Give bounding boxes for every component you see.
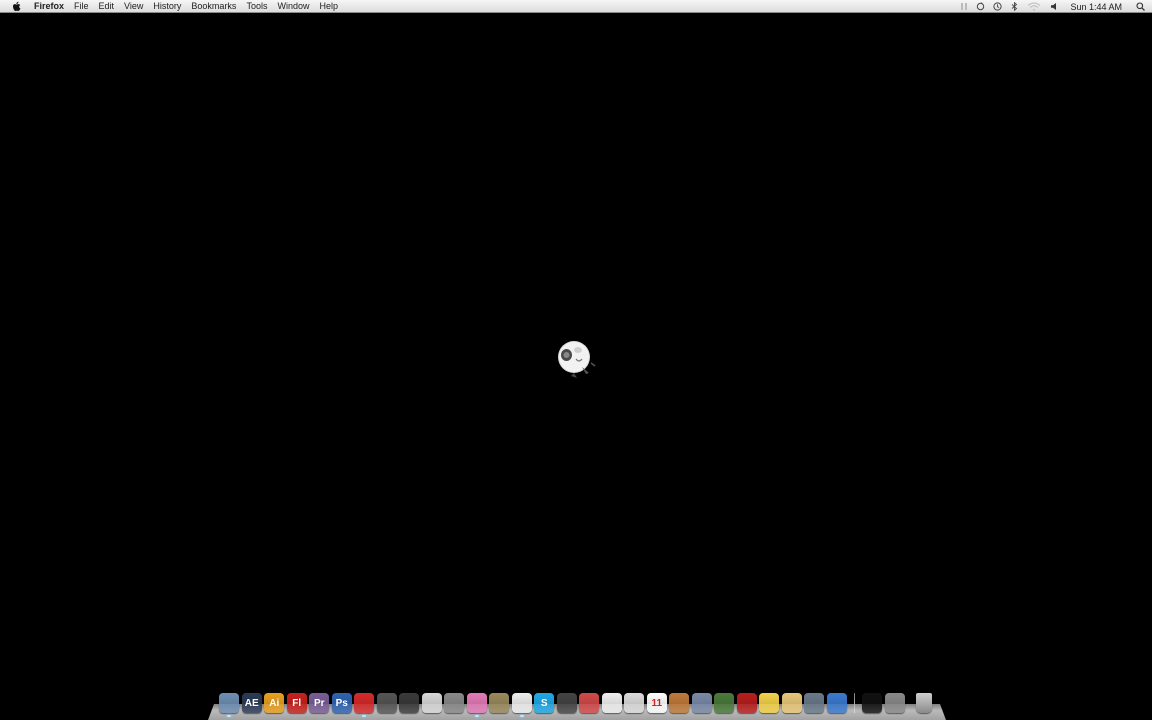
dock-trash-app-icon[interactable] <box>804 693 825 713</box>
dock-photoshop-label: Ps <box>335 697 348 709</box>
dock-after-effects-icon[interactable]: AE <box>241 693 262 713</box>
dock-panda-icon[interactable] <box>511 693 532 717</box>
sync-icon[interactable] <box>976 2 985 11</box>
menu-view[interactable]: View <box>119 0 148 13</box>
menu-file[interactable]: File <box>69 0 94 13</box>
trash-icon[interactable] <box>916 693 932 713</box>
dock-gimp-icon[interactable] <box>489 693 510 713</box>
dock-skype-label: S <box>540 697 548 709</box>
dock-toolbox-icon[interactable] <box>376 693 397 713</box>
dock-folder-icon[interactable] <box>781 693 802 713</box>
dock-send-icon[interactable] <box>556 693 577 713</box>
menu-clock[interactable]: Sun 1:44 AM <box>1070 2 1122 12</box>
dock-notes-icon[interactable] <box>624 693 645 713</box>
running-indicator <box>227 715 232 717</box>
time-machine-icon[interactable] <box>993 2 1003 11</box>
wifi-icon[interactable] <box>1027 2 1041 11</box>
dock-after-effects-label: AE <box>244 697 259 709</box>
loading-panda-icon <box>555 340 597 380</box>
volume-icon[interactable] <box>1049 2 1058 11</box>
menu-tools[interactable]: Tools <box>241 0 272 13</box>
status-area: Sun 1:44 AM <box>955 0 1152 13</box>
menu-bookmarks[interactable]: Bookmarks <box>186 0 241 13</box>
menu-history[interactable]: History <box>148 0 186 13</box>
dock-system-preferences-icon[interactable] <box>884 693 905 713</box>
menu-bar: Firefox File Edit View History Bookmarks… <box>0 0 1152 13</box>
dock-items: AE Ai Fl Pr Ps S 11 <box>218 688 933 717</box>
dock-illustrator-icon[interactable]: Ai <box>264 693 285 713</box>
dock-photoshop-icon[interactable]: Ps <box>331 693 352 713</box>
dock-safari-icon[interactable] <box>826 693 847 713</box>
running-indicator <box>474 715 479 717</box>
dock-sync-icon[interactable] <box>444 693 465 713</box>
dock-mushroom-icon[interactable] <box>354 693 375 717</box>
dock-finder-icon[interactable] <box>219 693 240 717</box>
dock-calendar-icon[interactable]: 11 <box>646 693 667 713</box>
dock-premiere-icon[interactable]: Pr <box>309 693 330 713</box>
dock-pink-app-icon[interactable] <box>466 693 487 717</box>
dock: AE Ai Fl Pr Ps S 11 <box>208 688 946 720</box>
menu-app-firefox[interactable]: Firefox <box>32 0 69 13</box>
dock-quicktime-icon[interactable] <box>399 693 420 713</box>
dock-skype-icon[interactable]: S <box>534 693 555 713</box>
dock-flash-label: Fl <box>292 697 302 709</box>
dock-separator <box>854 693 855 713</box>
menu-help[interactable]: Help <box>314 0 343 13</box>
pause-bars-icon[interactable] <box>959 2 968 11</box>
dock-calendar-label: 11 <box>651 697 663 709</box>
dock-premiere-label: Pr <box>313 697 325 709</box>
apple-logo-icon[interactable] <box>11 1 23 12</box>
menu-edit[interactable]: Edit <box>94 0 120 13</box>
dock-graph-icon[interactable] <box>714 693 735 713</box>
dock-keynote-icon[interactable] <box>669 693 690 713</box>
menu-window[interactable]: Window <box>272 0 314 13</box>
dock-red-book-icon[interactable] <box>736 693 757 713</box>
dock-growl-icon[interactable] <box>579 693 600 713</box>
dock-cube-icon[interactable] <box>421 693 442 713</box>
bluetooth-icon[interactable] <box>1010 2 1019 11</box>
dock-document-icon[interactable] <box>601 693 622 713</box>
running-indicator <box>362 715 367 717</box>
dock-illustrator-label: Ai <box>269 697 280 709</box>
dock-stickies-icon[interactable] <box>759 693 780 713</box>
dock-pen-icon[interactable] <box>691 693 712 713</box>
dock-flash-icon[interactable]: Fl <box>286 693 307 713</box>
running-indicator <box>519 715 524 717</box>
spotlight-search-icon[interactable] <box>1136 2 1145 11</box>
dock-black-app-icon[interactable] <box>862 693 883 713</box>
